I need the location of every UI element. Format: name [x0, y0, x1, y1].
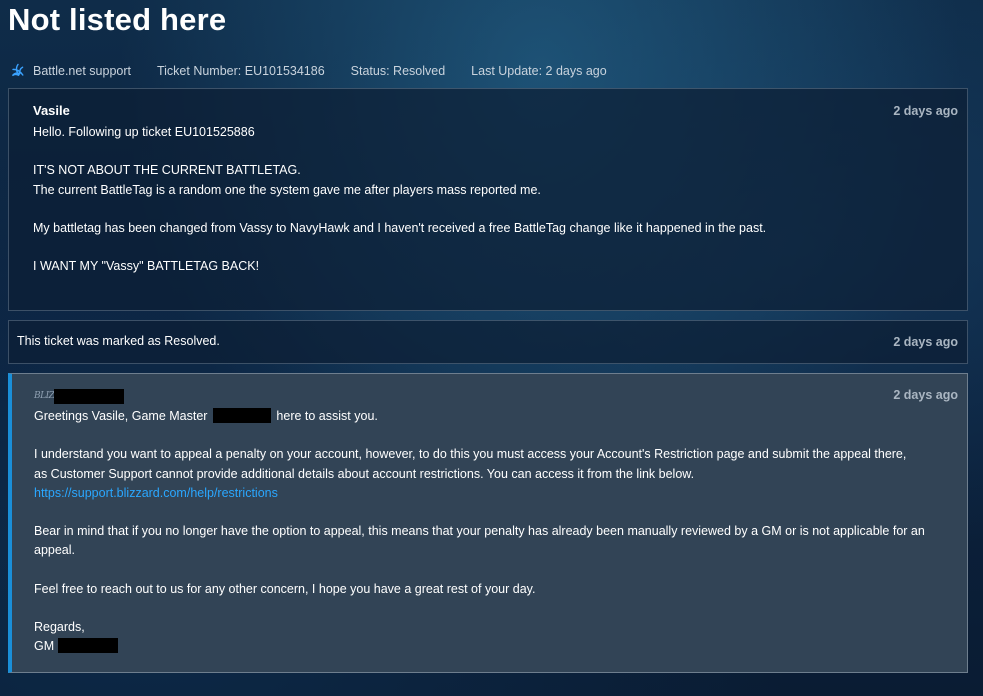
- restrictions-link[interactable]: https://support.blizzard.com/help/restri…: [34, 486, 278, 500]
- gm-reply-header: BLIZZ: [34, 388, 124, 404]
- blizzard-logo-icon: BLIZZ: [34, 391, 61, 401]
- support-label: Battle.net support: [33, 64, 131, 78]
- gm-para-1-line-1: I understand you want to appeal a penalt…: [34, 447, 907, 462]
- message-author: Vasile: [33, 103, 70, 118]
- user-message-card: Vasile 2 days ago Hello. Following up ti…: [8, 88, 968, 311]
- ticket-number: Ticket Number: EU101534186: [156, 64, 325, 78]
- gm-para-1-line-2: as Customer Support cannot provide addit…: [34, 466, 695, 481]
- gm-para-2: Bear in mind that if you no longer have …: [34, 524, 925, 558]
- page-title: Not listed here: [8, 2, 227, 37]
- gm-para-3: Feel free to reach out to us for any oth…: [34, 581, 536, 596]
- ticket-status: Status: Resolved: [350, 64, 446, 78]
- message-line: The current BattleTag is a random one th…: [33, 182, 541, 197]
- message-line: I WANT MY "Vassy" BATTLETAG BACK!: [33, 259, 260, 274]
- gm-reply-time: 2 days ago: [893, 388, 958, 402]
- gm-greeting: Greetings Vasile, Game Master here to as…: [34, 408, 378, 423]
- message-line: Hello. Following up ticket EU101525886: [33, 125, 255, 139]
- redacted-gm-name: [54, 388, 124, 404]
- gm-reply-body: Greetings Vasile, Game Master here to as…: [34, 407, 949, 657]
- ticket-meta-bar: Battle.net support Ticket Number: EU1015…: [10, 62, 633, 80]
- last-update: Last Update: 2 days ago: [471, 64, 607, 78]
- notice-time: 2 days ago: [893, 335, 958, 349]
- gm-link-line: https://support.blizzard.com/help/restri…: [34, 484, 949, 503]
- message-line: IT'S NOT ABOUT THE CURRENT BATTLETAG.: [33, 163, 301, 178]
- gm-signature: GM: [34, 637, 949, 656]
- message-line: My battletag has been changed from Vassy…: [33, 220, 767, 235]
- message-body: Hello. Following up ticket EU101525886 I…: [33, 123, 943, 296]
- gm-regards: Regards,: [34, 620, 85, 635]
- resolved-notice-text: This ticket was marked as Resolved.: [17, 334, 220, 348]
- message-time: 2 days ago: [893, 104, 958, 118]
- resolved-notice-card: This ticket was marked as Resolved. 2 da…: [8, 320, 968, 364]
- redacted-gm-name-inline: [212, 408, 271, 423]
- gm-reply-card: BLIZZ 2 days ago Greetings Vasile, Game …: [8, 373, 968, 673]
- redacted-gm-signature: [58, 638, 119, 654]
- battlenet-icon: [11, 63, 24, 77]
